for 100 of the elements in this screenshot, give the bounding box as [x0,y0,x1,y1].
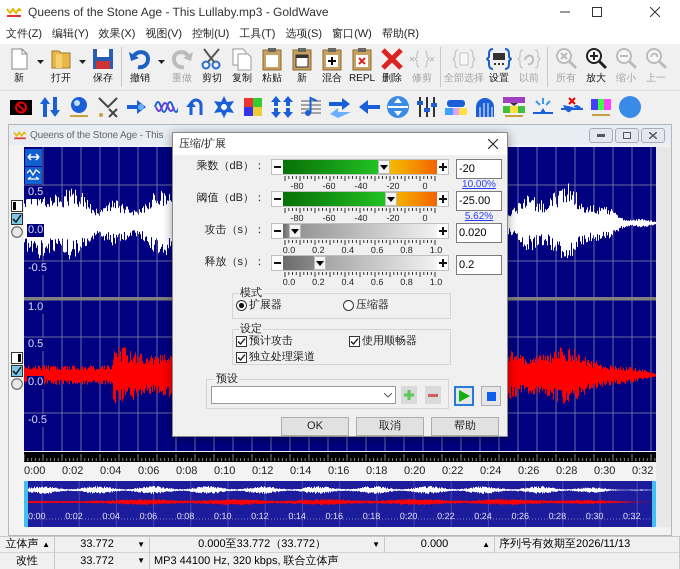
tick-label: -20 [385,181,400,191]
time-label: 0:22 [437,511,455,521]
time-label: 0:32 [632,465,654,477]
time-label: 0:12 [251,511,269,521]
option-label: 使用顺畅器 [362,335,417,348]
axis-label: 0.5 [27,338,44,351]
status-arrow[interactable]: ▲ [482,540,490,550]
toolbar-button[interactable]: 放大 [581,45,611,89]
time-label: 0:10 [214,465,236,477]
tick-label: 0.2 [311,245,326,255]
tick-label: 0 [421,181,428,191]
time-label: 0:06 [138,465,160,477]
toolbar-button[interactable]: REPL [347,45,377,89]
tick-label: 0.6 [370,277,384,287]
time-label: 0:08 [176,465,198,477]
field-label: 释放（s）： [204,255,265,270]
option-label: 预计攻击 [249,335,293,348]
tick-label: -20 [385,213,400,223]
tick-label: 1.0 [428,277,444,287]
time-label: 0:32 [623,511,641,521]
tick-label: -40 [353,181,368,191]
input-field[interactable]: 0.020 [456,223,502,243]
time-label: 0:14 [290,465,312,477]
tick-label: 0.2 [311,277,326,287]
window-title: Queens of the Stone Age - This Lullaby.mp3 - GoldWave [28,4,329,21]
status-arrow[interactable]: ▼ [372,540,380,550]
toolbar-button[interactable]: 新 [4,45,34,89]
time-label: 0:18 [362,511,380,521]
tick-label: 1.0 [428,245,444,255]
tick-label: 0.4 [340,277,356,287]
time-label: 0:18 [366,465,388,477]
time-label: 0:16 [328,465,350,477]
toolbar-button[interactable]: 新 [287,45,317,89]
menu-item[interactable]: 文件(Z) [1,26,48,42]
tick-label: 0.6 [370,245,384,255]
status-arrow[interactable]: ▼ [137,540,145,550]
status-text: 序列号有效期至2026/11/13 [499,538,630,551]
axis-label: -0.5 [27,262,48,275]
toolbar-button[interactable]: 混合 [317,45,347,89]
percent-link[interactable]: 10.00% [462,179,496,191]
toolbar-button[interactable]: 保存 [88,45,118,89]
menu-item[interactable]: 编辑(Y) [47,26,94,42]
dialog-button[interactable]: 取消 [356,417,424,436]
time-label: 0:24 [474,511,492,521]
menu-item[interactable]: 窗口(W) [327,26,377,42]
time-label: 0:28 [556,465,578,477]
menu-item[interactable]: 帮助(R) [376,26,424,42]
tick-label: -40 [353,213,368,223]
status-text: MP3 44100 Hz, 320 kbps, 联合立体声 [154,554,339,568]
time-label: 0:08 [176,511,194,521]
field-label: 攻击（s）： [204,223,265,238]
axis-label: 0.0 [27,376,44,389]
tick-label: 0.0 [282,245,296,255]
time-label: 0:26 [511,511,529,521]
toolbar-button[interactable]: 打开 [46,45,76,89]
time-label: 0:02 [62,465,84,477]
time-label: 0:20 [400,511,418,521]
toolbar-button[interactable]: 剪切 [197,45,227,89]
time-label: 0:30 [586,511,604,521]
toolbar-button[interactable]: 删除 [377,45,407,89]
dialog-button[interactable]: 帮助 [431,417,499,436]
menu-item[interactable]: 视图(V) [140,26,188,42]
time-label: 0:16 [326,511,344,521]
tick-label: -60 [321,181,336,191]
menu-item[interactable]: 效果(X) [94,26,140,42]
toolbar-button[interactable]: 粘贴 [257,45,287,89]
status-arrow[interactable]: ▲ [42,540,50,550]
group-label: 预设 [215,373,239,385]
toolbar-button[interactable]: 撤销 [125,45,155,89]
time-label: 0:10 [214,511,232,521]
field-label: 阈值（dB）： [196,191,265,206]
status-arrow[interactable]: ▼ [137,556,145,566]
input-field[interactable]: 0.2 [456,255,502,275]
status-text: 0.000至33.772（33.772） [197,538,327,551]
option-label: 独立处理渠道 [249,351,315,364]
tick-label: 0.8 [399,277,414,287]
time-label: 0:30 [594,465,616,477]
tick-label: 0.8 [399,245,414,255]
input-field[interactable]: -25.00 [456,191,502,211]
option-label: 压缩器 [356,299,389,312]
field-label: 乘数（dB）： [196,159,265,174]
axis-label: 0.0 [27,224,44,237]
time-label: 0:04 [102,511,120,521]
status-text: 0.000 [420,538,450,551]
tick-label: -80 [289,181,304,191]
menu-item[interactable]: 选项(S) [280,26,328,42]
input-field[interactable]: -20 [456,159,502,179]
toolbar-button[interactable]: 复制 [227,45,257,89]
menu-item[interactable]: 控制(U) [187,26,234,42]
menu-item[interactable]: 工具(T) [234,26,280,42]
tick-label: 0.0 [282,277,296,287]
tick-label: -80 [289,213,304,223]
status-text: 33.772 [79,554,115,568]
time-label: 0:00 [28,511,46,521]
option-label: 扩展器 [249,299,282,312]
status-text: 改性 [15,554,39,568]
toolbar-button[interactable]: 设置 [484,45,514,89]
dialog-button[interactable]: OK [281,417,349,436]
axis-label: 0.5 [27,186,44,199]
percent-link[interactable]: 5.62% [464,211,494,223]
